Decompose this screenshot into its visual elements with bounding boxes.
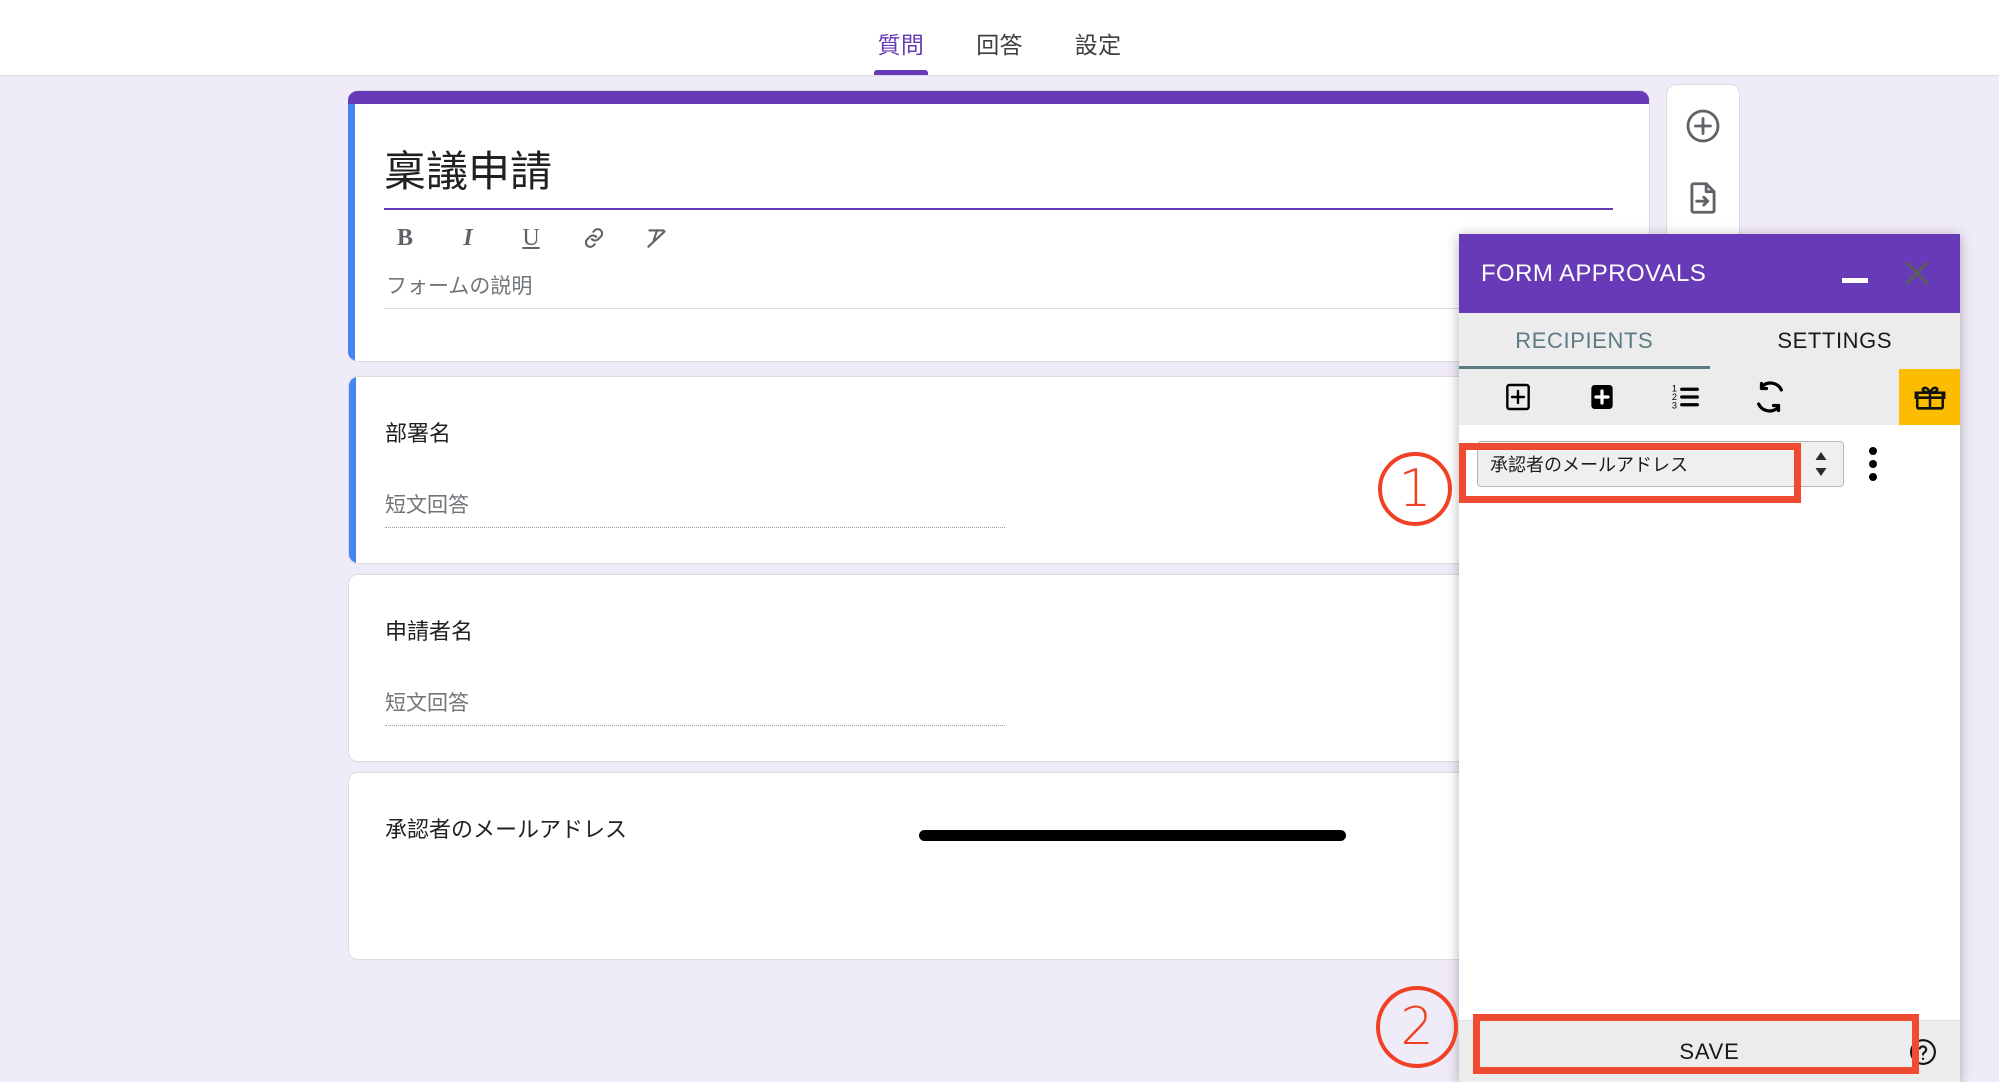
rich-text-toolbar: B I U — [384, 210, 1613, 264]
addon-tab-list: RECIPIENTS SETTINGS — [1459, 313, 1960, 369]
question-answer-placeholder: 短文回答 — [385, 687, 1005, 726]
gift-icon[interactable] — [1899, 369, 1960, 425]
selected-indicator — [349, 377, 356, 563]
addon-toolbar: 1 2 3 — [1459, 369, 1960, 425]
add-question-icon[interactable] — [1680, 103, 1726, 149]
svg-text:3: 3 — [1672, 400, 1677, 410]
bold-icon[interactable]: B — [392, 224, 418, 252]
form-editor-tabbar: 質問 回答 設定 — [0, 0, 1999, 76]
app-root: 質問 回答 設定 稟議申請 B I U フォームの説明 部署名 短文回答 申請者… — [0, 0, 1999, 1082]
question-card[interactable]: 部署名 短文回答 — [348, 376, 1650, 564]
help-icon[interactable] — [1908, 1037, 1938, 1067]
tab-questions[interactable]: 質問 — [852, 31, 951, 75]
numbered-list-icon[interactable]: 1 2 3 — [1669, 380, 1703, 414]
tab-settings-label: 設定 — [1074, 32, 1122, 58]
form-description[interactable]: フォームの説明 — [384, 264, 1613, 309]
question-card[interactable]: 承認者のメールアドレス — [348, 772, 1650, 960]
recipient-select-value: 承認者のメールアドレス — [1490, 455, 1688, 475]
tab-list: 質問 回答 設定 — [852, 31, 1148, 75]
import-questions-icon[interactable] — [1680, 175, 1726, 221]
question-content: 部署名 短文回答 — [349, 377, 1649, 528]
redacted-content-bar — [919, 830, 1346, 841]
italic-icon[interactable]: I — [455, 224, 481, 252]
addon-tab-recipients-label: RECIPIENTS — [1515, 328, 1654, 353]
tab-questions-label: 質問 — [877, 32, 925, 58]
minimize-icon[interactable] — [1842, 278, 1868, 283]
question-card[interactable]: 申請者名 短文回答 — [348, 574, 1650, 762]
recipient-overflow-menu-icon[interactable] — [1858, 444, 1888, 484]
save-button-label: SAVE — [1679, 1038, 1740, 1064]
close-icon[interactable] — [1900, 256, 1934, 290]
question-title[interactable]: 部署名 — [385, 419, 1613, 449]
save-button[interactable]: SAVE — [1459, 1020, 1960, 1082]
addon-title: FORM APPROVALS — [1481, 259, 1707, 287]
addon-recipients-body: 承認者のメールアドレス — [1459, 425, 1960, 1020]
selected-indicator — [348, 104, 355, 361]
question-answer-placeholder: 短文回答 — [385, 489, 1005, 528]
addon-tab-settings-label: SETTINGS — [1777, 328, 1893, 353]
add-box-filled-icon[interactable] — [1585, 380, 1619, 414]
recipient-select[interactable]: 承認者のメールアドレス — [1477, 441, 1844, 487]
addon-tab-recipients[interactable]: RECIPIENTS — [1459, 313, 1710, 369]
tab-settings[interactable]: 設定 — [1049, 31, 1148, 75]
form-header-content: 稟議申請 B I U フォームの説明 — [348, 104, 1649, 309]
step-1-marker: 1 — [1378, 452, 1452, 526]
form-approvals-panel: FORM APPROVALS RECIPIENTS SETTINGS 1 2 3… — [1459, 234, 1960, 1082]
refresh-icon[interactable] — [1753, 380, 1787, 414]
addon-titlebar: FORM APPROVALS — [1459, 234, 1960, 313]
link-icon[interactable] — [581, 224, 607, 252]
stepper-arrows-icon — [1813, 451, 1829, 477]
form-title[interactable]: 稟議申請 — [384, 146, 1613, 210]
form-header-stripe — [348, 91, 1649, 104]
question-title[interactable]: 申請者名 — [385, 617, 1613, 647]
clear-formatting-icon[interactable] — [644, 224, 670, 252]
add-box-outline-icon[interactable] — [1501, 380, 1535, 414]
recipient-row: 承認者のメールアドレス — [1477, 441, 1942, 487]
form-header-card[interactable]: 稟議申請 B I U フォームの説明 — [348, 90, 1650, 362]
addon-tab-settings[interactable]: SETTINGS — [1710, 313, 1961, 369]
tab-responses-label: 回答 — [976, 32, 1023, 58]
step-2-marker: 2 — [1376, 986, 1458, 1068]
question-content: 申請者名 短文回答 — [349, 575, 1649, 726]
tab-responses[interactable]: 回答 — [950, 31, 1049, 75]
underline-icon[interactable]: U — [518, 224, 544, 252]
